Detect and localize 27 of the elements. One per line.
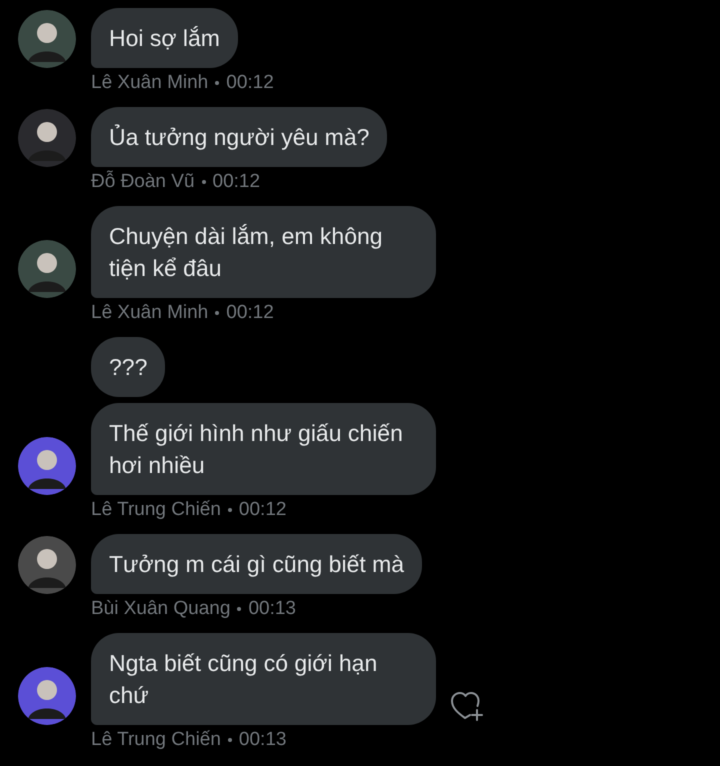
- message-bubble: ???: [91, 337, 166, 397]
- avatar[interactable]: [18, 536, 76, 594]
- avatar[interactable]: [18, 437, 76, 495]
- message-bubble: Thế giới hình như giấu chiến hơi nhiều: [91, 403, 436, 495]
- message-bubble: Ngta biết cũng có giới hạn chứ: [91, 633, 436, 725]
- avatar[interactable]: [18, 10, 76, 68]
- message-time: 00:12: [238, 499, 286, 521]
- message-time: 00:13: [238, 729, 286, 751]
- sender-name: Lê Trung Chiến: [91, 729, 221, 751]
- message-bubble: Tưởng m cái gì cũng biết mà: [91, 534, 422, 594]
- sender-name: Lê Trung Chiến: [91, 499, 221, 521]
- message-time: 00:12: [212, 171, 260, 193]
- sender-name: Lê Xuân Minh: [91, 72, 208, 94]
- avatar[interactable]: [18, 667, 76, 725]
- message-bubble: Hoi sợ lắm: [91, 8, 238, 68]
- heart-plus-icon: [450, 691, 484, 721]
- message-bubble: Ủa tưởng người yêu mà?: [91, 107, 388, 167]
- sender-name: Lê Xuân Minh: [91, 302, 208, 324]
- avatar[interactable]: [18, 109, 76, 167]
- sender-name: Bùi Xuân Quang: [91, 598, 230, 620]
- avatar[interactable]: [18, 240, 76, 298]
- sender-name: Đỗ Đoàn Vũ: [91, 171, 195, 193]
- message-time: 00:12: [226, 72, 274, 94]
- message-time: 00:13: [248, 598, 296, 620]
- message-bubble: Chuyện dài lắm, em không tiện kể đâu: [91, 206, 436, 298]
- like-button[interactable]: [450, 691, 484, 721]
- message-time: 00:12: [226, 302, 274, 324]
